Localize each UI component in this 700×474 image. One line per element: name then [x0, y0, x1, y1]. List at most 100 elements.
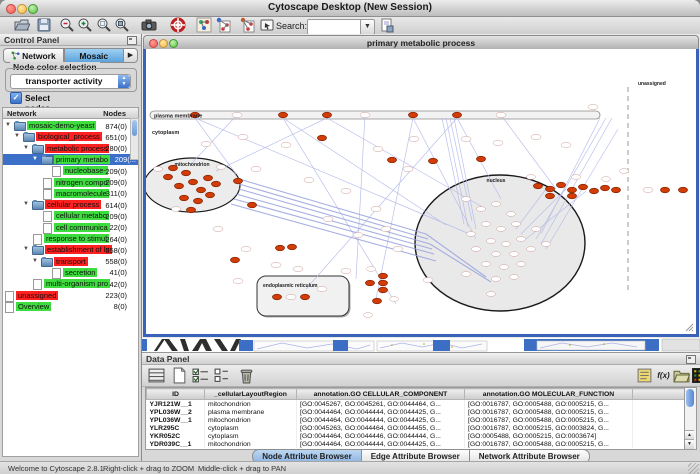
- col-network: Network: [7, 109, 37, 118]
- tree-scrollbar[interactable]: [130, 118, 139, 160]
- plasma-membrane-region: [150, 111, 600, 119]
- float-panel-icon[interactable]: [127, 36, 137, 45]
- tree-row-overview[interactable]: Overview8(0): [3, 301, 129, 312]
- col-cellular-component[interactable]: annotation.GO CELLULAR_COMPONENT: [297, 389, 465, 400]
- er-label: endoplasmic reticulum: [263, 283, 318, 289]
- tree-row-response-stimulus[interactable]: response to stimul264(0): [3, 233, 129, 244]
- network-view-title: primary metabolic process: [144, 38, 698, 48]
- network-tree: ▼mosaic-demo-yeast874(0) ▼biological_pro…: [2, 118, 139, 457]
- tree-row-unassigned[interactable]: unassigned223(0): [3, 290, 129, 301]
- col-layout-region[interactable]: _cellularLayoutRegion: [205, 389, 297, 400]
- canvas-resize-grip[interactable]: [686, 324, 693, 331]
- tree-row-cellular-metabolic[interactable]: cellular metabo209(0): [3, 210, 129, 221]
- tab-mosaic-label: Mosaic: [79, 51, 108, 61]
- table-row[interactable]: YKR052Ccytoplasm[GO:0044464, GO:0044446,…: [147, 432, 687, 440]
- table-row[interactable]: YPL036W__2plasma membrane[GO:0044464, GO…: [147, 408, 687, 416]
- dropdown-stepper-icon: ▲▼: [118, 75, 130, 88]
- save-icon[interactable]: [36, 17, 52, 33]
- tree-row-primary-metabolic[interactable]: ▼primary metabo209(...: [3, 154, 138, 165]
- unselected-nodes[interactable]: [154, 104, 654, 317]
- col-molecular-function[interactable]: annotation.GO MOLECULAR_FUNCTION: [465, 389, 633, 400]
- table-row[interactable]: YPL036W__1mitochondrion[GO:0044464, GO:0…: [147, 416, 687, 424]
- status-welcome: Welcome to Cytoscape 2.8.1: [8, 464, 104, 473]
- tree-row-biological-process[interactable]: ▼biological_process651(0): [3, 131, 129, 142]
- table-row[interactable]: YDR039C__1mitochondrion[GO:0044464, GO:0…: [147, 440, 687, 448]
- zoom-in-icon[interactable]: [77, 17, 93, 33]
- data-panel-toolbar: f(x): [142, 365, 700, 387]
- data-panel-title: Data Panel: [142, 353, 700, 365]
- mdi-desktop: primary metabolic process: [142, 34, 700, 461]
- search-label: Search:: [276, 21, 307, 31]
- attribute-table[interactable]: ID _cellularLayoutRegion annotation.GO C…: [145, 387, 688, 450]
- data-panel: Data Panel f(x) ID _cellularLayoutR: [142, 352, 700, 474]
- tree-row-multi-organism[interactable]: multi-organism pro42(0): [3, 278, 129, 289]
- unselect-all-attributes-icon[interactable]: [213, 367, 230, 384]
- status-zoom-hint: Right-click + drag to ZOOM: [103, 464, 194, 473]
- data-panel-float-icon[interactable]: [686, 355, 696, 364]
- tree-row-secretion[interactable]: secretion41(0): [3, 267, 129, 278]
- tree-row-nitrogen[interactable]: nitrogen compo209(0): [3, 177, 129, 188]
- search-dropdown-arrow[interactable]: ▼: [360, 19, 375, 35]
- matrix-view-icon[interactable]: [691, 367, 700, 384]
- mitochondrion-label: mitochondrion: [175, 162, 210, 168]
- select-attributes-icon[interactable]: [148, 367, 165, 384]
- node-color-dropdown[interactable]: transporter activity ▲▼: [10, 74, 131, 89]
- tree-row-transport[interactable]: ▼transport558(0): [3, 256, 129, 267]
- tab-overflow-arrow[interactable]: ▶: [124, 48, 138, 63]
- import-folder-icon[interactable]: [673, 367, 690, 384]
- zoom-selected-icon[interactable]: [96, 17, 112, 33]
- snapshot-camera-icon[interactable]: [141, 17, 157, 33]
- tree-row-cellular-process[interactable]: ▼cellular process614(0): [3, 199, 129, 210]
- table-row[interactable]: YJR121W__1mitochondrion[GO:0045267, GO:0…: [147, 400, 687, 409]
- table-row[interactable]: YLR295Ccytoplasm[GO:0045263, GO:0044464,…: [147, 424, 687, 432]
- main-toolbar: Search: ▼: [0, 17, 700, 35]
- window-resize-grip[interactable]: [688, 463, 699, 474]
- tree-row-metabolic-process[interactable]: ▼metabolic process280(0): [3, 143, 129, 154]
- table-scrollbar-thumb[interactable]: [686, 389, 694, 407]
- control-panel-title: Control Panel: [0, 34, 141, 46]
- zoom-fit-icon[interactable]: [114, 17, 130, 33]
- nucleus-label: nucleus: [487, 178, 506, 184]
- notes-icon[interactable]: [636, 367, 653, 384]
- window-title: Cytoscape Desktop (New Session): [0, 2, 700, 13]
- tree-row-cell-communication[interactable]: cell communica22(0): [3, 222, 129, 233]
- unassigned-label: unassigned: [638, 81, 666, 87]
- formula-fx-icon[interactable]: f(x): [655, 367, 672, 384]
- scroll-down-arrow[interactable]: ▼: [685, 439, 694, 449]
- window-titlebar: Cytoscape Desktop (New Session): [0, 0, 700, 17]
- open-file-icon[interactable]: [14, 17, 30, 33]
- select-mode-icon[interactable]: [259, 17, 275, 33]
- network-view-titlebar[interactable]: primary metabolic process: [143, 35, 699, 49]
- tree-row-mosaic-demo-yeast[interactable]: ▼mosaic-demo-yeast874(0): [3, 120, 129, 131]
- select-all-attributes-icon[interactable]: [192, 367, 209, 384]
- network-view-frame: primary metabolic process: [143, 35, 699, 337]
- network-view-icon-a[interactable]: [196, 17, 212, 33]
- network-canvas[interactable]: plasma membrane cytoplasm mitochondrion …: [146, 49, 696, 334]
- cytoscape-window: Cytoscape Desktop (New Session) Search: …: [0, 0, 700, 474]
- control-panel-tabs: Network Mosaic ▶: [3, 48, 138, 63]
- select-nodes-checkbox[interactable]: ✓: [10, 92, 22, 104]
- new-attribute-icon[interactable]: [171, 367, 188, 384]
- delete-attribute-trash-icon[interactable]: [238, 367, 255, 384]
- status-bar: Welcome to Cytoscape 2.8.1 Right-click +…: [0, 461, 700, 474]
- import-attributes-icon[interactable]: [379, 17, 395, 33]
- network-tab-icon: [11, 51, 20, 60]
- search-input[interactable]: [307, 19, 363, 35]
- network-view-icon-c[interactable]: [239, 17, 255, 33]
- table-header-row: ID _cellularLayoutRegion annotation.GO C…: [147, 389, 687, 400]
- table-scrollbar[interactable]: ▲ ▼: [684, 387, 697, 450]
- tab-mosaic[interactable]: Mosaic: [64, 48, 125, 63]
- tree-row-nucleobase[interactable]: nucleobase-209(0): [3, 165, 129, 176]
- tab-network[interactable]: Network: [3, 48, 64, 63]
- tree-row-establishment[interactable]: ▼establishment of lo558(0): [3, 244, 129, 255]
- network-view-icon-b[interactable]: [215, 17, 231, 33]
- zoom-out-icon[interactable]: [59, 17, 75, 33]
- status-pan-hint: Middle-click + drag to PAN: [198, 464, 286, 473]
- tree-row-macromolecule[interactable]: macromolecule311(0): [3, 188, 129, 199]
- network-view-border: plasma membrane cytoplasm mitochondrion …: [143, 49, 699, 337]
- col-id[interactable]: ID: [147, 389, 205, 400]
- help-lifering-icon[interactable]: [170, 17, 186, 33]
- background-windows-strip: [142, 338, 700, 352]
- cytoplasm-label: cytoplasm: [152, 130, 179, 136]
- control-panel: Control Panel Network Mosaic ▶ Node colo…: [0, 34, 142, 461]
